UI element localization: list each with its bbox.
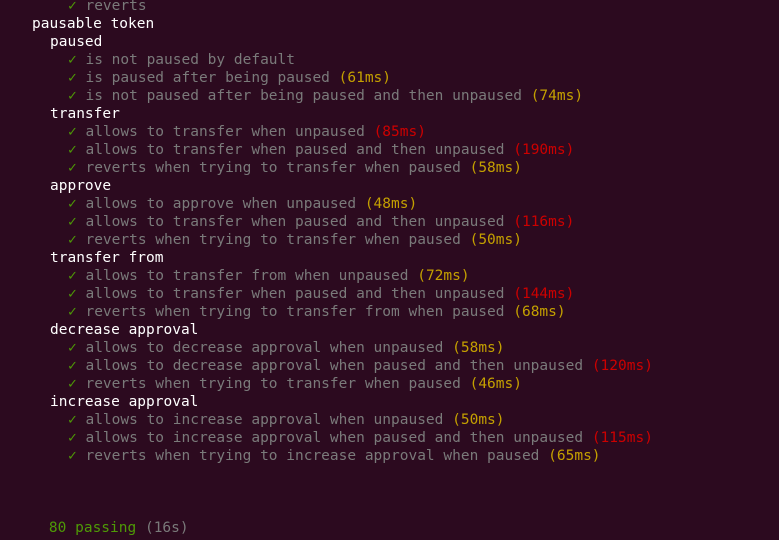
summary-line: 80 passing (16s)	[14, 501, 189, 536]
subsuite-title: transfer	[50, 106, 120, 122]
checkmark-icon: ✓	[68, 286, 77, 302]
test-title: allows to decrease approval when paused …	[85, 358, 584, 374]
test-title: reverts when trying to transfer when pau…	[85, 376, 461, 392]
checkmark-icon: ✓	[68, 0, 77, 14]
test-result-line: ✓ allows to increase approval when unpau…	[68, 411, 505, 429]
checkmark-icon: ✓	[68, 448, 77, 464]
test-title: reverts when trying to transfer from whe…	[85, 304, 505, 320]
test-result-line: ✓ allows to decrease approval when pause…	[68, 357, 653, 375]
test-title: allows to transfer from when unpaused	[85, 268, 409, 284]
passing-count: 80 passing	[48, 520, 137, 536]
test-result-line: ✓ reverts when trying to transfer when p…	[68, 159, 522, 177]
test-duration: (190ms)	[513, 142, 575, 158]
checkmark-icon: ✓	[68, 340, 77, 356]
test-duration: (120ms)	[591, 358, 653, 374]
checkmark-icon: ✓	[68, 70, 77, 86]
checkmark-icon: ✓	[68, 232, 77, 248]
subsuite-title: decrease approval	[50, 322, 199, 338]
test-duration: (144ms)	[513, 286, 575, 302]
test-duration: (85ms)	[373, 124, 426, 140]
checkmark-icon: ✓	[68, 214, 77, 230]
checkmark-icon: ✓	[68, 268, 77, 284]
test-title: is not paused by default	[85, 52, 295, 68]
suite-title: pausable token	[32, 16, 155, 32]
checkmark-icon: ✓	[68, 124, 77, 140]
test-result-line: ✓ reverts	[68, 0, 147, 15]
checkmark-icon: ✓	[68, 358, 77, 374]
test-result-line: ✓ allows to transfer from when unpaused …	[68, 267, 470, 285]
test-result-line: ✓ allows to approve when unpaused (48ms)	[68, 195, 417, 213]
checkmark-icon: ✓	[68, 88, 77, 104]
test-result-line: ✓ is not paused after being paused and t…	[68, 87, 583, 105]
checkmark-icon: ✓	[68, 142, 77, 158]
test-duration: (72ms)	[417, 268, 470, 284]
test-title: is paused after being paused	[85, 70, 330, 86]
test-title: reverts when trying to transfer when pau…	[85, 232, 461, 248]
subsuite-title: transfer from	[50, 250, 164, 266]
subsuite-title: paused	[50, 34, 103, 50]
test-duration: (50ms)	[469, 232, 522, 248]
test-result-line: ✓ reverts when trying to transfer when p…	[68, 231, 522, 249]
test-result-line: ✓ reverts when trying to increase approv…	[68, 447, 601, 465]
test-duration: (68ms)	[513, 304, 566, 320]
checkmark-icon: ✓	[68, 376, 77, 392]
terminal-window[interactable]: ✓ reverts pausable token paused ✓ is not pa…	[0, 0, 779, 540]
test-title: reverts when trying to increase approval…	[85, 448, 540, 464]
test-title: allows to transfer when paused and then …	[85, 286, 505, 302]
test-title: allows to increase approval when unpause…	[85, 412, 444, 428]
test-result-line: ✓ allows to transfer when paused and the…	[68, 285, 574, 303]
test-result-line: ✓ allows to transfer when unpaused (85ms…	[68, 123, 426, 141]
test-title: reverts	[85, 0, 147, 14]
test-result-line: ✓ allows to increase approval when pause…	[68, 429, 653, 447]
test-duration: (58ms)	[452, 340, 505, 356]
checkmark-icon: ✓	[68, 196, 77, 212]
test-result-line: ✓ reverts when trying to transfer when p…	[68, 375, 522, 393]
test-result-line: ✓ is not paused by default	[68, 51, 295, 69]
test-duration: (50ms)	[452, 412, 505, 428]
test-result-line: ✓ allows to decrease approval when unpau…	[68, 339, 505, 357]
test-result-line: ✓ reverts when trying to transfer from w…	[68, 303, 566, 321]
total-time: (16s)	[144, 520, 189, 536]
checkmark-icon: ✓	[68, 430, 77, 446]
test-duration: (74ms)	[530, 88, 584, 104]
test-title: allows to increase approval when paused …	[85, 430, 584, 446]
test-result-line: ✓ is paused after being paused (61ms)	[68, 69, 391, 87]
checkmark-icon: ✓	[68, 160, 77, 176]
test-duration: (58ms)	[469, 160, 522, 176]
test-title: is not paused after being paused and the…	[85, 88, 522, 104]
test-title: allows to transfer when paused and then …	[85, 142, 505, 158]
test-duration: (116ms)	[513, 214, 575, 230]
test-duration: (61ms)	[338, 70, 392, 86]
test-duration: (46ms)	[469, 376, 522, 392]
checkmark-icon: ✓	[68, 412, 77, 428]
test-result-line: ✓ allows to transfer when paused and the…	[68, 141, 574, 159]
test-title: reverts when trying to transfer when pau…	[85, 160, 461, 176]
test-title: allows to transfer when unpaused	[85, 124, 365, 140]
test-duration: (115ms)	[591, 430, 653, 446]
checkmark-icon: ✓	[68, 52, 77, 68]
test-title: allows to approve when unpaused	[85, 196, 357, 212]
test-result-line: ✓ allows to transfer when paused and the…	[68, 213, 574, 231]
test-title: allows to decrease approval when unpause…	[85, 340, 444, 356]
subsuite-title: approve	[50, 178, 112, 194]
subsuite-title: increase approval	[50, 394, 199, 410]
test-duration: (65ms)	[548, 448, 601, 464]
test-title: allows to transfer when paused and then …	[85, 214, 505, 230]
test-duration: (48ms)	[364, 196, 418, 212]
checkmark-icon: ✓	[68, 304, 77, 320]
